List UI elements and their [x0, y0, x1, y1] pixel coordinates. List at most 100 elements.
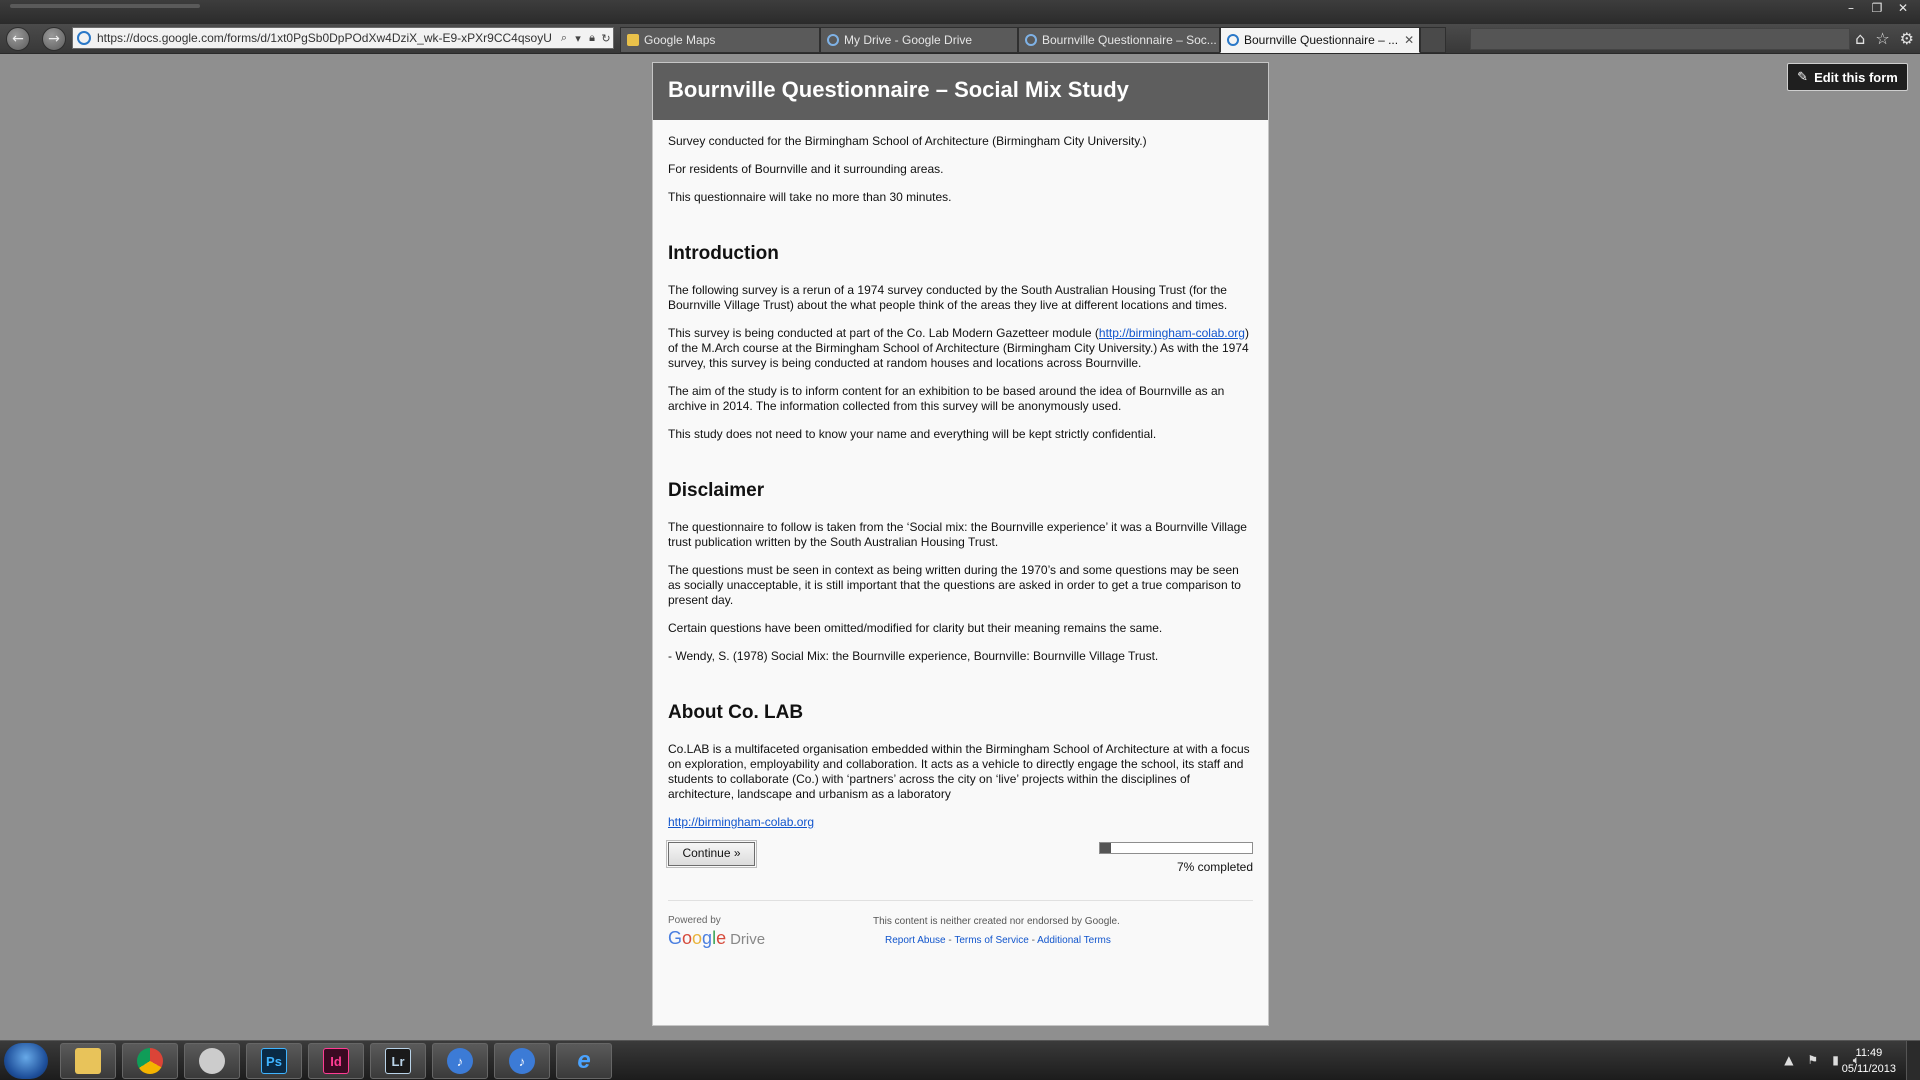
start-button[interactable]: [4, 1043, 48, 1079]
lock-icon[interactable]: 🔒︎: [585, 31, 599, 45]
toolbar-blank-area: [1470, 28, 1850, 50]
tab-label: Google Maps: [644, 33, 716, 47]
endorsement-note: This content is neither created nor endo…: [873, 916, 1120, 927]
introduction-paragraph-1: The following survey is a rerun of a 197…: [668, 283, 1228, 312]
close-window-icon[interactable]: ✕: [1892, 0, 1914, 16]
forward-button[interactable]: →: [42, 27, 66, 51]
tab-bournville-1[interactable]: Bournville Questionnaire – Soc...: [1018, 27, 1220, 53]
form-body: Survey conducted for the Birmingham Scho…: [653, 120, 1268, 900]
disclaimer-paragraph-1: The questionnaire to follow is taken fro…: [668, 520, 1247, 549]
folder-icon: [75, 1048, 101, 1074]
address-url[interactable]: https://docs.google.com/forms/d/1xt0PgSb…: [97, 31, 557, 45]
maximize-icon[interactable]: ❐: [1866, 0, 1888, 16]
taskbar-indesign[interactable]: Id: [308, 1043, 364, 1079]
logo-drive-text: Drive: [730, 931, 766, 948]
tab-bournville-active[interactable]: Bournville Questionnaire – ... ✕: [1220, 27, 1420, 53]
taskbar-photoshop[interactable]: Ps: [246, 1043, 302, 1079]
ie-page-icon: [1025, 34, 1037, 46]
toolbar-right-icons: ⌂ ☆ ⚙: [1855, 29, 1914, 48]
star-icon[interactable]: ☆: [1875, 29, 1889, 48]
refresh-icon[interactable]: ↻: [599, 32, 613, 45]
intro-line-2: For residents of Bournville and it surro…: [668, 162, 944, 176]
home-icon[interactable]: ⌂: [1855, 29, 1865, 48]
address-bar[interactable]: https://docs.google.com/forms/d/1xt0PgSb…: [72, 27, 614, 49]
network-icon[interactable]: ▮: [1832, 1053, 1839, 1068]
window-titlebar: – ❐ ✕: [0, 0, 1920, 24]
windows-taskbar: Ps Id Lr ♪ ♪ e ▲ ⚑ ▮ 🔈︎ 11:49 05/11/2013: [0, 1040, 1920, 1080]
report-abuse-link[interactable]: Report Abuse: [885, 935, 946, 946]
ie-page-icon: [827, 34, 839, 46]
tray-expand-icon[interactable]: ▲: [1784, 1053, 1793, 1068]
back-button[interactable]: ←: [6, 27, 30, 51]
footer-links: Report Abuse - Terms of Service - Additi…: [885, 935, 1111, 946]
window-controls: – ❐ ✕: [1840, 0, 1914, 16]
progress-bar: [1099, 842, 1253, 854]
about-paragraph: Co.LAB is a multifaceted organisation em…: [668, 742, 1250, 801]
taskbar-lightroom[interactable]: Lr: [370, 1043, 426, 1079]
taskbar-itunes-2[interactable]: ♪: [494, 1043, 550, 1079]
introduction-paragraph-2: This survey is being conducted at part o…: [668, 326, 1253, 371]
about-heading: About Co. LAB: [668, 702, 804, 723]
disclaimer-heading: Disclaimer: [668, 480, 765, 501]
edit-form-label: Edit this form: [1814, 69, 1898, 85]
clock-time: 11:49: [1855, 1047, 1883, 1059]
taskbar-itunes-1[interactable]: ♪: [432, 1043, 488, 1079]
forward-arrow-icon: →: [48, 31, 60, 47]
show-desktop-button[interactable]: [1906, 1041, 1920, 1080]
terms-of-service-link[interactable]: Terms of Service: [954, 935, 1028, 946]
disclaimer-paragraph-2: The questions must be seen in context as…: [668, 563, 1241, 607]
additional-terms-link[interactable]: Additional Terms: [1037, 935, 1111, 946]
itunes-icon: ♪: [447, 1048, 473, 1074]
itunes-icon: ♪: [509, 1048, 535, 1074]
taskbar-clock[interactable]: 11:49 05/11/2013: [1842, 1045, 1896, 1077]
ie-page-icon: [77, 31, 91, 45]
taskbar-internet-explorer[interactable]: e: [556, 1043, 612, 1079]
tool-icon: [199, 1048, 225, 1074]
colab-link-inline[interactable]: http://birmingham-colab.org: [1099, 326, 1245, 340]
taskbar-tool[interactable]: [184, 1043, 240, 1079]
dropdown-icon[interactable]: ▾: [571, 32, 585, 45]
new-tab-button[interactable]: [1420, 27, 1446, 53]
introduction-paragraph-4: This study does not need to know your na…: [668, 427, 1157, 441]
form-container: Bournville Questionnaire – Social Mix St…: [652, 62, 1269, 1026]
continue-button[interactable]: Continue »: [666, 840, 757, 868]
tab-google-maps[interactable]: Google Maps: [620, 27, 820, 53]
search-icon[interactable]: ⌕: [557, 31, 571, 45]
tab-label: My Drive - Google Drive: [844, 33, 973, 47]
logo-letter: e: [716, 928, 727, 948]
chrome-icon: [137, 1048, 163, 1074]
logo-letter: o: [682, 928, 693, 948]
form-controls: Continue » 7% completed: [666, 840, 1253, 900]
edit-form-button[interactable]: ✎ Edit this form: [1787, 63, 1908, 91]
tab-label: Bournville Questionnaire – ...: [1244, 33, 1399, 47]
colab-link[interactable]: http://birmingham-colab.org: [668, 815, 814, 829]
back-arrow-icon: ←: [12, 31, 24, 47]
introduction-heading: Introduction: [668, 243, 779, 264]
maps-icon: [627, 34, 639, 46]
ie-page-icon: [1227, 34, 1239, 46]
browser-toolbar: ← → https://docs.google.com/forms/d/1xt0…: [0, 24, 1920, 54]
photoshop-icon: Ps: [261, 1048, 287, 1074]
lightroom-icon: Lr: [385, 1048, 411, 1074]
gear-icon[interactable]: ⚙: [1900, 29, 1914, 48]
progress-text: 7% completed: [1176, 860, 1253, 874]
tab-label: Bournville Questionnaire – Soc...: [1042, 33, 1217, 47]
taskbar-chrome[interactable]: [122, 1043, 178, 1079]
logo-letter: o: [692, 928, 703, 948]
taskbar-file-explorer[interactable]: [60, 1043, 116, 1079]
progress-fill: [1100, 843, 1111, 853]
pencil-icon: ✎: [1797, 69, 1809, 85]
action-center-flag-icon[interactable]: ⚑: [1807, 1053, 1818, 1068]
tab-my-drive[interactable]: My Drive - Google Drive: [820, 27, 1018, 53]
link-separator: -: [1028, 935, 1038, 946]
indesign-icon: Id: [323, 1048, 349, 1074]
introduction-p2-start: This survey is being conducted at part o…: [668, 326, 1099, 340]
titlebar-decoration: [10, 4, 200, 8]
disclaimer-paragraph-3: Certain questions have been omitted/modi…: [668, 621, 1163, 635]
form-title: Bournville Questionnaire – Social Mix St…: [653, 63, 1268, 120]
intro-line-1: Survey conducted for the Birmingham Scho…: [668, 134, 1147, 148]
form-footer: Powered by Google Drive This content is n…: [668, 900, 1253, 970]
minimize-icon[interactable]: –: [1840, 0, 1862, 16]
close-tab-icon[interactable]: ✕: [1398, 33, 1414, 47]
internet-explorer-icon: e: [577, 1047, 591, 1074]
